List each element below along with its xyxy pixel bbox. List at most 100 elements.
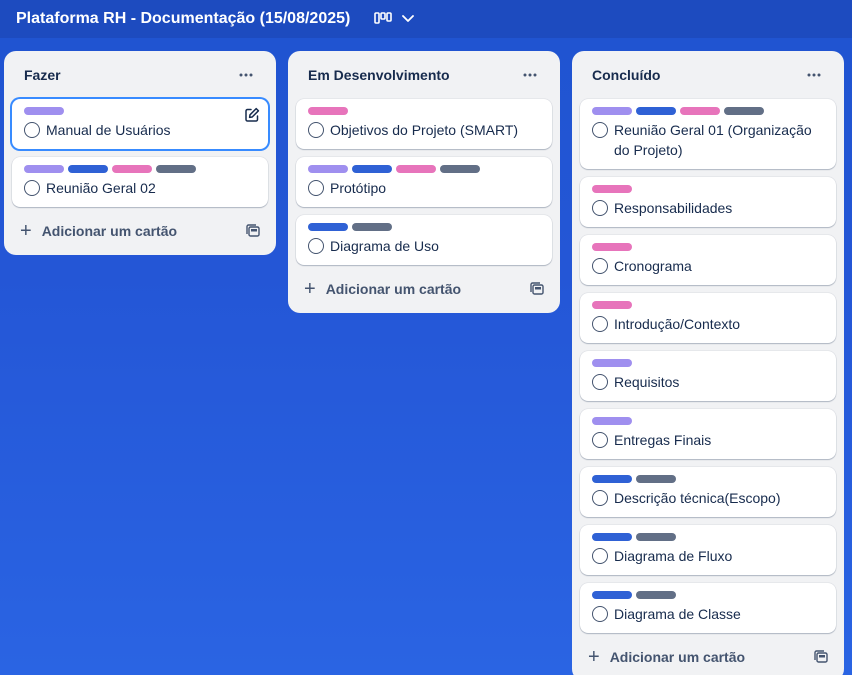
card-complete-checkbox[interactable] xyxy=(592,258,608,274)
card-labels xyxy=(592,359,824,367)
card-title: Protótipo xyxy=(330,180,387,196)
board-header: Plataforma RH - Documentação (15/08/2025… xyxy=(0,0,852,38)
card-label-gray[interactable] xyxy=(156,165,196,173)
card-complete-checkbox[interactable] xyxy=(308,238,324,254)
card-labels xyxy=(592,243,824,251)
edit-icon[interactable] xyxy=(244,107,260,123)
card-label-blue[interactable] xyxy=(592,591,632,599)
card-label-blue[interactable] xyxy=(592,475,632,483)
card-template-icon[interactable] xyxy=(530,282,544,296)
card-labels xyxy=(592,475,824,483)
card-label-blue[interactable] xyxy=(636,107,676,115)
card-complete-checkbox[interactable] xyxy=(592,548,608,564)
card-label-pink[interactable] xyxy=(592,243,632,251)
card[interactable]: Cronograma xyxy=(580,235,836,285)
card-label-purple[interactable] xyxy=(24,107,64,115)
card[interactable]: Manual de Usuários xyxy=(12,99,268,149)
card-label-blue[interactable] xyxy=(592,533,632,541)
card-complete-checkbox[interactable] xyxy=(592,374,608,390)
card-label-blue[interactable] xyxy=(68,165,108,173)
card-title: Introdução/Contexto xyxy=(614,316,741,332)
card-label-purple[interactable] xyxy=(592,359,632,367)
card-complete-checkbox[interactable] xyxy=(592,200,608,216)
board-view-icon xyxy=(374,12,393,26)
card-label-gray[interactable] xyxy=(352,223,392,231)
card[interactable]: Objetivos do Projeto (SMART) xyxy=(296,99,552,149)
card[interactable]: Diagrama de Uso xyxy=(296,215,552,265)
card-template-icon[interactable] xyxy=(246,224,260,238)
list-header: Concluído xyxy=(580,51,836,99)
card-labels xyxy=(592,301,824,309)
list-concluido: Concluído Reunião Geral 01 (Organização … xyxy=(572,51,844,675)
card-label-gray[interactable] xyxy=(440,165,480,173)
card-complete-checkbox[interactable] xyxy=(592,490,608,506)
card-label-gray[interactable] xyxy=(636,591,676,599)
card-label-blue[interactable] xyxy=(308,223,348,231)
card-title: Reunião Geral 02 xyxy=(46,180,156,196)
list-menu-button[interactable] xyxy=(800,61,828,89)
board-view-switcher[interactable] xyxy=(374,12,415,26)
card-labels xyxy=(308,165,540,173)
board-title[interactable]: Plataforma RH - Documentação (15/08/2025… xyxy=(16,10,350,28)
card-complete-checkbox[interactable] xyxy=(308,180,324,196)
card-complete-checkbox[interactable] xyxy=(24,180,40,196)
list-menu-button[interactable] xyxy=(232,61,260,89)
card-label-blue[interactable] xyxy=(352,165,392,173)
card-label-purple[interactable] xyxy=(24,165,64,173)
list-menu-button[interactable] xyxy=(516,61,544,89)
card-list: Objetivos do Projeto (SMART) Protótipo D… xyxy=(296,99,552,265)
card-list: Reunião Geral 01 (Organização do Projeto… xyxy=(580,99,836,633)
card-label-gray[interactable] xyxy=(636,475,676,483)
card[interactable]: Protótipo xyxy=(296,157,552,207)
card-label-gray[interactable] xyxy=(636,533,676,541)
list-footer: + Adicionar um cartão xyxy=(580,641,836,673)
card[interactable]: Entregas Finais xyxy=(580,409,836,459)
card-label-pink[interactable] xyxy=(680,107,720,115)
card[interactable]: Responsabilidades xyxy=(580,177,836,227)
more-icon xyxy=(807,73,821,77)
card-label-pink[interactable] xyxy=(592,185,632,193)
card-title: Diagrama de Classe xyxy=(614,606,741,622)
card[interactable]: Descrição técnica(Escopo) xyxy=(580,467,836,517)
card-label-purple[interactable] xyxy=(308,165,348,173)
card[interactable]: Reunião Geral 01 (Organização do Projeto… xyxy=(580,99,836,169)
card-label-purple[interactable] xyxy=(592,417,632,425)
plus-icon: + xyxy=(588,646,600,668)
list-header: Em Desenvolvimento xyxy=(296,51,552,99)
card-title: Reunião Geral 01 (Organização do Projeto… xyxy=(614,122,812,158)
card-complete-checkbox[interactable] xyxy=(24,122,40,138)
card-complete-checkbox[interactable] xyxy=(308,122,324,138)
card-complete-checkbox[interactable] xyxy=(592,606,608,622)
card-title: Diagrama de Uso xyxy=(330,238,439,254)
add-card-button[interactable]: + Adicionar um cartão xyxy=(20,221,177,241)
card[interactable]: Reunião Geral 02 xyxy=(12,157,268,207)
card[interactable]: Diagrama de Classe xyxy=(580,583,836,633)
card[interactable]: Introdução/Contexto xyxy=(580,293,836,343)
card-complete-checkbox[interactable] xyxy=(592,122,608,138)
card-label-gray[interactable] xyxy=(724,107,764,115)
card-complete-checkbox[interactable] xyxy=(592,432,608,448)
more-icon xyxy=(523,73,537,77)
card-title: Cronograma xyxy=(614,258,692,274)
plus-icon: + xyxy=(304,278,316,300)
card-title: Diagrama de Fluxo xyxy=(614,548,733,564)
card-label-purple[interactable] xyxy=(592,107,632,115)
card[interactable]: Requisitos xyxy=(580,351,836,401)
card-label-pink[interactable] xyxy=(308,107,348,115)
list-footer: + Adicionar um cartão xyxy=(296,273,552,305)
card-labels xyxy=(592,417,824,425)
card[interactable]: Diagrama de Fluxo xyxy=(580,525,836,575)
add-card-button[interactable]: + Adicionar um cartão xyxy=(304,278,461,300)
card-label-pink[interactable] xyxy=(396,165,436,173)
card-label-pink[interactable] xyxy=(112,165,152,173)
list-title[interactable]: Em Desenvolvimento xyxy=(308,67,450,83)
card-list: Manual de Usuários Reunião Geral 02 xyxy=(12,99,268,207)
card-complete-checkbox[interactable] xyxy=(592,316,608,332)
list-em-desenvolvimento: Em Desenvolvimento Objetivos do Projeto … xyxy=(288,51,560,313)
list-title[interactable]: Fazer xyxy=(24,67,61,83)
add-card-button[interactable]: + Adicionar um cartão xyxy=(588,646,745,668)
chevron-down-icon xyxy=(402,15,415,23)
card-template-icon[interactable] xyxy=(814,650,828,664)
card-label-pink[interactable] xyxy=(592,301,632,309)
list-title[interactable]: Concluído xyxy=(592,67,660,83)
